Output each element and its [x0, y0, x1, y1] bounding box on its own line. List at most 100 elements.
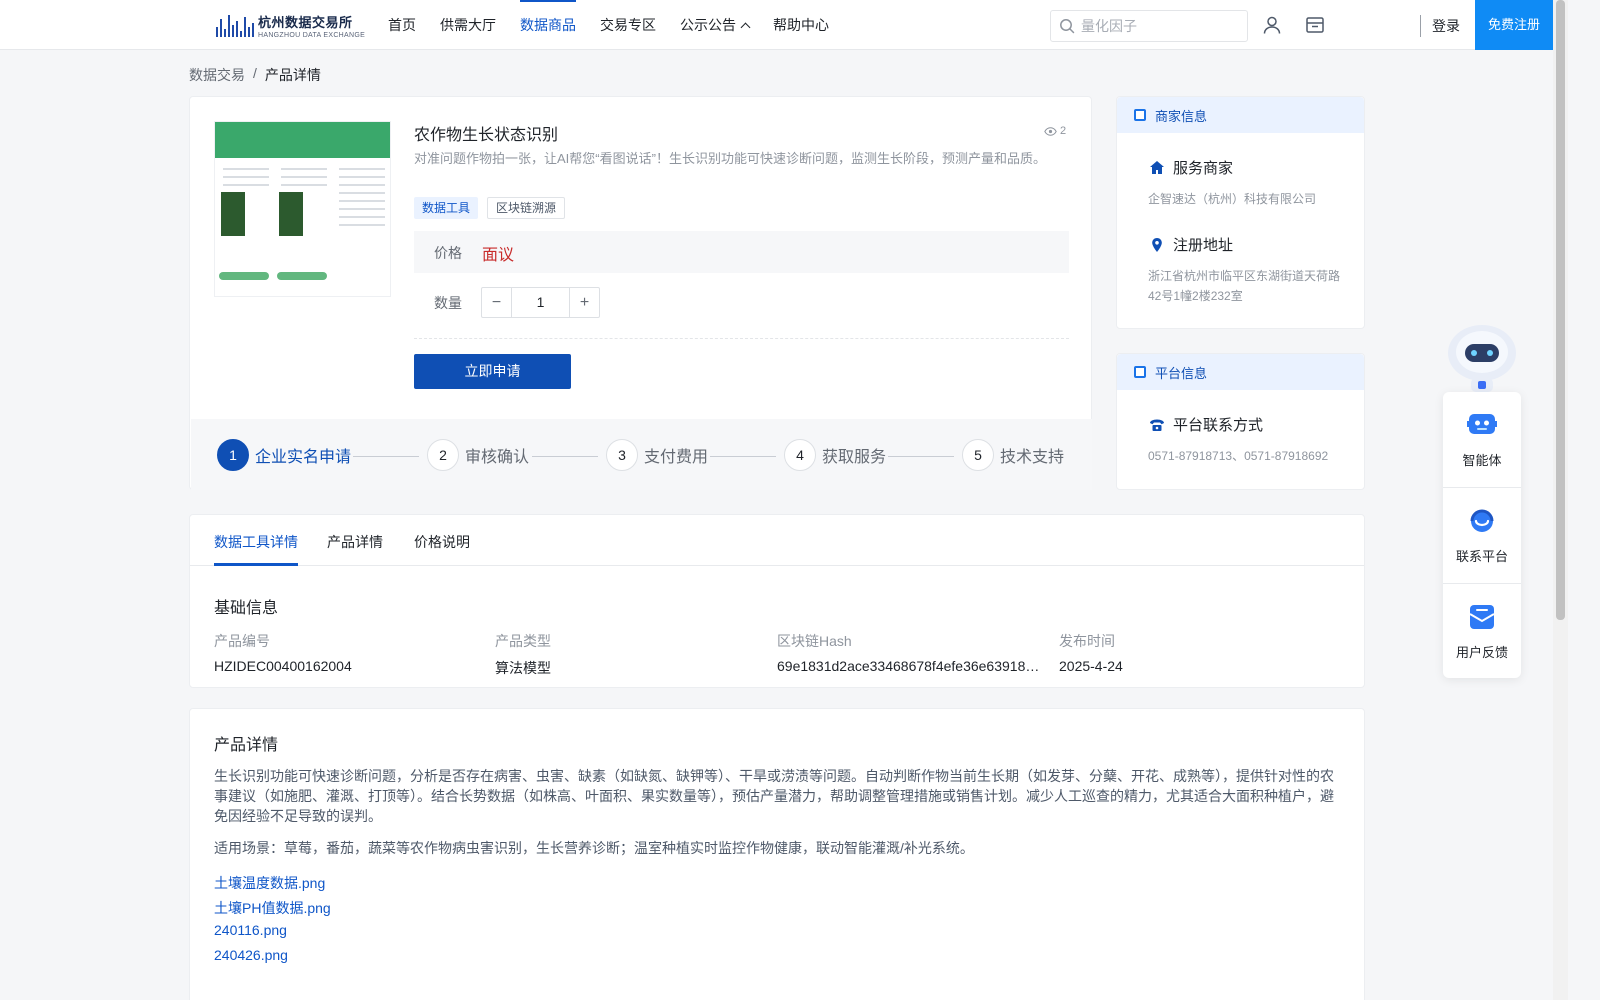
step-connector [353, 456, 419, 457]
scrollbar-thumb[interactable] [1556, 0, 1565, 620]
step-1: 1 企业实名申请 [217, 439, 351, 471]
field-value: HZIDEC00400162004 [214, 658, 352, 674]
step-number: 3 [606, 439, 638, 471]
file-link[interactable]: 240116.png [214, 922, 287, 938]
headset-icon [1470, 509, 1494, 532]
platform-contact-title: 平台联系方式 [1149, 414, 1263, 435]
nav-home[interactable]: 首页 [388, 0, 416, 50]
nav-data-products[interactable]: 数据商品 [520, 0, 576, 50]
floating-service-panel: 智能体 联系平台 用户反馈 [1443, 392, 1521, 678]
field-key: 发布时间 [1059, 633, 1115, 649]
file-link[interactable]: 240426.png [214, 947, 288, 963]
top-header: 杭州数据交易所 HANGZHOU DATA EXCHANGE 首页 供需大厅 数… [0, 0, 1553, 50]
tab-tool-details[interactable]: 数据工具详情 [214, 532, 298, 566]
tag-data-tool: 数据工具 [414, 197, 479, 219]
feedback-icon [1469, 605, 1495, 629]
detail-title: 产品详情 [214, 737, 279, 754]
login-link[interactable]: 登录 [1432, 16, 1460, 36]
merchant-info-card: 商家信息 服务商家 企智速达（杭州）科技有限公司 注册地址 浙江省杭州市临平区东… [1116, 96, 1365, 329]
platform-info-title: 平台信息 [1155, 365, 1208, 381]
price-label: 价格 [434, 245, 462, 261]
service-merchant-value: 企智速达（杭州）科技有限公司 [1148, 192, 1317, 206]
field-key: 区块链Hash [777, 633, 852, 649]
step-connector [710, 456, 776, 457]
eye-icon [1044, 126, 1057, 136]
float-contact[interactable]: 联系平台 [1443, 488, 1521, 583]
step-number: 4 [784, 439, 816, 471]
merchant-info-title: 商家信息 [1155, 108, 1208, 124]
detail-tabs: 数据工具详情 产品详情 价格说明 [190, 515, 1364, 566]
quantity-stepper: − 1 + [481, 287, 600, 318]
address-title: 注册地址 [1149, 234, 1233, 255]
float-feedback-label: 用户反馈 [1455, 645, 1508, 660]
platform-contact-value: 0571-87918713、0571-87918692 [1148, 449, 1329, 463]
field-key: 产品类型 [495, 633, 551, 649]
nav-announcements[interactable]: 公示公告 [680, 0, 751, 50]
field-product-id: 产品编号 HZIDEC00400162004 [214, 631, 484, 674]
breadcrumb-parent[interactable]: 数据交易 [189, 65, 245, 85]
product-description: 对准问题作物拍一张，让AI帮您“看图说话”！生长识别功能可快速诊断问题，监测生长… [414, 151, 1046, 166]
breadcrumb-current: 产品详情 [264, 67, 321, 83]
merchant-info-header: 商家信息 [1117, 97, 1364, 133]
dashed-divider [414, 338, 1069, 339]
step-label: 技术支持 [1000, 449, 1065, 466]
step-label: 企业实名申请 [255, 449, 352, 466]
service-merchant-title: 服务商家 [1149, 157, 1233, 178]
field-value: 2025-4-24 [1059, 658, 1123, 674]
product-detail-card: 产品详情 生长识别功能可快速诊断问题，分析是否存在病害、虫害、缺素（如缺氮、缺钾… [189, 708, 1365, 1000]
decrease-button[interactable]: − [482, 288, 512, 317]
field-blockchain-hash: 区块链Hash 69e1831d2ace33468678f4efe36e6391… [777, 631, 1047, 674]
address-label: 注册地址 [1173, 237, 1234, 254]
main-nav: 首页 供需大厅 数据商品 交易专区 公示公告 帮助中心 [388, 0, 853, 50]
nav-trade-zone[interactable]: 交易专区 [600, 0, 656, 50]
step-label: 获取服务 [822, 449, 887, 466]
phone-icon [1150, 419, 1164, 431]
quantity-label: 数量 [434, 295, 462, 311]
chevron-up-icon [740, 22, 751, 32]
page-scrollbar[interactable] [1553, 0, 1568, 1000]
tag-blockchain: 区块链溯源 [487, 197, 566, 219]
platform-info-header: 平台信息 [1117, 354, 1364, 390]
field-value: 69e1831d2ace33468678f4efe36e63918d… [777, 658, 1045, 674]
robot-mascot-icon[interactable] [1443, 318, 1521, 394]
tab-pricing[interactable]: 价格说明 [414, 532, 470, 566]
store-icon[interactable] [1305, 15, 1325, 35]
step-connector [888, 456, 954, 457]
search-input[interactable] [1081, 18, 1241, 34]
register-button[interactable]: 免费注册 [1475, 0, 1553, 50]
process-steps: 1 企业实名申请 2 审核确认 3 支付费用 4 获取服务 5 技术支持 [191, 419, 1092, 490]
product-tags: 数据工具 区块链溯源 [414, 197, 566, 219]
quantity-value[interactable]: 1 [512, 288, 569, 317]
detail-scenario: 适用场景：草莓，番茄，蔬菜等农作物病虫害识别，生长营养诊断；温室种植实时监控作物… [214, 840, 974, 856]
address-value: 浙江省杭州市临平区东湖街道天荷路42号1幢2楼232室 [1148, 269, 1341, 303]
platform-info-card: 平台信息 平台联系方式 0571-87918713、0571-87918692 [1116, 353, 1365, 490]
nav-announcements-label: 公示公告 [680, 17, 736, 33]
user-icon[interactable] [1262, 15, 1282, 35]
step-3: 3 支付费用 [606, 439, 708, 471]
breadcrumb: 数据交易 / 产品详情 [189, 65, 321, 85]
float-agent[interactable]: 智能体 [1443, 392, 1521, 487]
file-link[interactable]: 土壤PH值数据.png [214, 898, 331, 918]
header-divider [1420, 15, 1421, 37]
apply-button[interactable]: 立即申请 [414, 354, 571, 389]
step-number: 5 [962, 439, 994, 471]
file-link[interactable]: 土壤温度数据.png [214, 873, 325, 893]
increase-button[interactable]: + [569, 288, 599, 317]
logo-title: 杭州数据交易所 [258, 14, 353, 30]
basic-info-title: 基础信息 [214, 600, 279, 617]
site-logo[interactable]: 杭州数据交易所 HANGZHOU DATA EXCHANGE [216, 10, 365, 40]
field-product-type: 产品类型 算法模型 [495, 631, 765, 678]
nav-supply-demand[interactable]: 供需大厅 [440, 0, 496, 50]
nav-help-center[interactable]: 帮助中心 [773, 0, 829, 50]
step-5: 5 技术支持 [962, 439, 1064, 471]
product-info-card: 数据工具详情 产品详情 价格说明 基础信息 产品编号 HZIDEC0040016… [189, 514, 1365, 688]
platform-contact-label: 平台联系方式 [1173, 417, 1264, 434]
float-feedback[interactable]: 用户反馈 [1443, 584, 1521, 679]
product-card: 农作物生长状态识别 2 对准问题作物拍一张，让AI帮您“看图说话”！生长识别功能… [189, 96, 1092, 490]
info-square-icon [1134, 366, 1146, 378]
step-label: 支付费用 [644, 449, 709, 466]
location-pin-icon [1152, 237, 1162, 252]
view-count: 2 [1044, 125, 1066, 137]
product-thumbnail[interactable] [214, 121, 391, 297]
tab-product-details[interactable]: 产品详情 [327, 532, 383, 566]
